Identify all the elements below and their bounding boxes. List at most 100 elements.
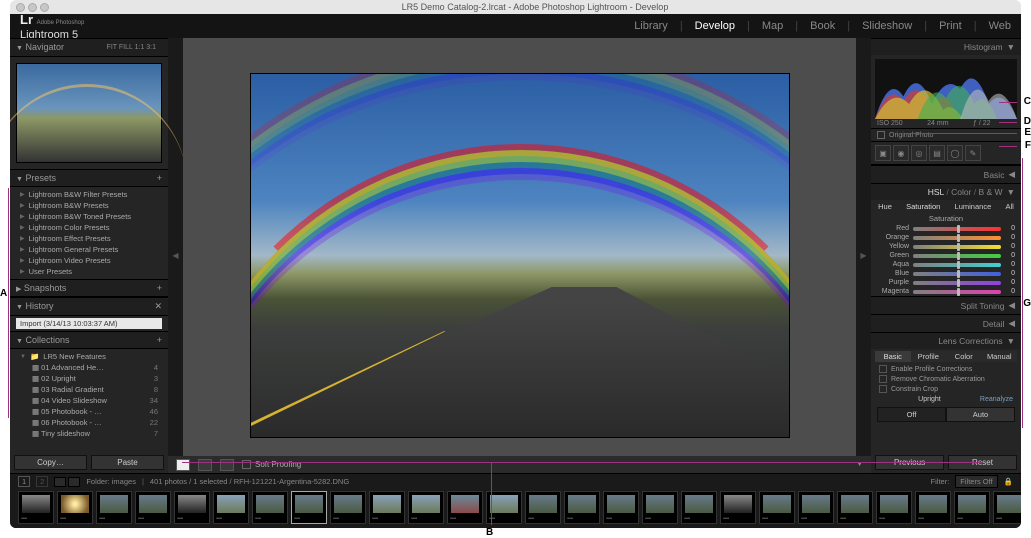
before-after-button[interactable] (198, 459, 212, 471)
filmstrip-thumb[interactable]: • • • • • (213, 491, 249, 524)
filmstrip-thumb[interactable]: • • • • • (837, 491, 873, 524)
filmstrip-thumb[interactable]: • • • • • (96, 491, 132, 524)
lens-tab-profile[interactable]: Profile (911, 351, 947, 362)
crop-tool-icon[interactable]: ▣ (875, 145, 891, 161)
filmstrip-thumb[interactable]: • • • • • (330, 491, 366, 524)
lens-check[interactable]: Remove Chromatic Aberration (871, 374, 1021, 384)
collection-item[interactable]: ▦ 06 Photobook - …22 (10, 417, 168, 428)
filmstrip-thumb[interactable]: • • • • • (252, 491, 288, 524)
filmstrip-thumb[interactable]: • • • • • (798, 491, 834, 524)
saturation-orange-slider[interactable]: Orange0 (871, 233, 1021, 242)
lens-tabs[interactable]: BasicProfileColorManual (871, 349, 1021, 364)
split-toning-header[interactable]: Split Toning◀ (871, 296, 1021, 314)
navigator-preview[interactable] (16, 63, 162, 163)
hsl-tab-luminance[interactable]: Luminance (955, 202, 992, 211)
filmstrip-thumb[interactable]: • • • • • (174, 491, 210, 524)
upright-segment[interactable]: OffAuto (877, 407, 1015, 422)
hsl-tab-hue[interactable]: Hue (878, 202, 892, 211)
hsl-tab-all[interactable]: All (1005, 202, 1013, 211)
filmstrip-path[interactable]: Folder: images (86, 477, 136, 486)
history-entry[interactable]: Import (3/14/13 10:03:37 AM) (16, 318, 162, 329)
saturation-magenta-slider[interactable]: Magenta0 (871, 287, 1021, 296)
collection-item[interactable]: ▦ 03 Radial Gradient8 (10, 384, 168, 395)
lens-tab-manual[interactable]: Manual (982, 351, 1018, 362)
filters-off-button[interactable]: Filters Off (955, 475, 997, 488)
filmstrip-thumb[interactable]: • • • • • (954, 491, 990, 524)
saturation-blue-slider[interactable]: Blue0 (871, 269, 1021, 278)
module-develop[interactable]: Develop (695, 20, 735, 32)
collection-item[interactable]: ▦ Tiny slideshow7 (10, 428, 168, 439)
module-web[interactable]: Web (989, 20, 1011, 32)
lens-check[interactable]: Enable Profile Corrections (871, 364, 1021, 374)
redeye-tool-icon[interactable]: ◎ (911, 145, 927, 161)
module-library[interactable]: Library (634, 20, 668, 32)
copy-button[interactable]: Copy… (14, 455, 87, 470)
upright-off[interactable]: Off (877, 407, 946, 422)
canvas[interactable] (183, 38, 856, 473)
filmstrip-thumb[interactable]: • • • • • (135, 491, 171, 524)
filmstrip-thumb[interactable]: • • • • • (915, 491, 951, 524)
hsl-tab-saturation[interactable]: Saturation (906, 202, 940, 211)
collection-item[interactable]: ▦ 02 Upright3 (10, 373, 168, 384)
filmstrip-thumbs[interactable]: • • • • •• • • • •• • • • •• • • • •• • … (10, 489, 1021, 528)
spot-tool-icon[interactable]: ◉ (893, 145, 909, 161)
filter-lock-icon[interactable]: 🔒 (1004, 477, 1013, 486)
brush-tool-icon[interactable]: ✎ (965, 145, 981, 161)
original-photo-checkbox[interactable]: Original Photo (871, 128, 1021, 141)
collection-item[interactable]: ▦ 04 Video Slideshow34 (10, 395, 168, 406)
filmstrip-thumb[interactable]: • • • • • (447, 491, 483, 524)
collection-item[interactable]: ▦ 05 Photobook - …46 (10, 406, 168, 417)
saturation-aqua-slider[interactable]: Aqua0 (871, 260, 1021, 269)
navigator-header[interactable]: ▼ NavigatorFIT FILL 1:1 3:1 (10, 38, 168, 57)
saturation-red-slider[interactable]: Red0 (871, 224, 1021, 233)
left-panel-collapse[interactable] (168, 38, 183, 473)
module-slideshow[interactable]: Slideshow (862, 20, 912, 32)
hsl-header[interactable]: HSL / Color / B & W▼ (871, 183, 1021, 200)
collections-header[interactable]: ▼ Collections+ (10, 331, 168, 349)
basic-header[interactable]: Basic◀ (871, 165, 1021, 183)
radial-tool-icon[interactable]: ◯ (947, 145, 963, 161)
saturation-purple-slider[interactable]: Purple0 (871, 278, 1021, 287)
history-header[interactable]: ▼ History✕ (10, 297, 168, 316)
compare-button[interactable] (220, 459, 234, 471)
grad-tool-icon[interactable]: ▤ (929, 145, 945, 161)
filmstrip-thumb[interactable]: • • • • • (993, 491, 1021, 524)
module-print[interactable]: Print (939, 20, 962, 32)
histogram[interactable] (875, 59, 1017, 119)
histogram-header[interactable]: Histogram▼ (871, 38, 1021, 55)
window-controls[interactable] (16, 3, 49, 12)
lens-tab-color[interactable]: Color (946, 351, 982, 362)
filmstrip-thumb[interactable]: • • • • • (18, 491, 54, 524)
filmstrip-thumb[interactable]: • • • • • (525, 491, 561, 524)
filmstrip-thumb[interactable]: • • • • • (408, 491, 444, 524)
filmstrip-thumb[interactable]: • • • • • (369, 491, 405, 524)
filmstrip-thumb[interactable]: • • • • • (564, 491, 600, 524)
filmstrip-thumb[interactable]: • • • • • (291, 491, 327, 524)
paste-button[interactable]: Paste (91, 455, 164, 470)
filmstrip-nav[interactable] (54, 477, 80, 487)
reanalyze-link[interactable]: Reanalyze (980, 396, 1013, 403)
module-map[interactable]: Map (762, 20, 783, 32)
second-monitor-2-button[interactable]: 2 (36, 476, 48, 487)
loupe-view-button[interactable] (176, 459, 190, 471)
right-panel-collapse[interactable] (856, 38, 871, 473)
upright-auto[interactable]: Auto (946, 407, 1015, 422)
filmstrip-thumb[interactable]: • • • • • (876, 491, 912, 524)
saturation-green-slider[interactable]: Green0 (871, 251, 1021, 260)
module-book[interactable]: Book (810, 20, 835, 32)
second-monitor-button[interactable]: 1 (18, 476, 30, 487)
collection-item[interactable]: ▦ 01 Advanced He…4 (10, 362, 168, 373)
detail-header[interactable]: Detail◀ (871, 314, 1021, 332)
filmstrip-thumb[interactable]: • • • • • (603, 491, 639, 524)
collection-set[interactable]: ▼📁 LR5 New Features (10, 351, 168, 362)
lens-corrections-header[interactable]: Lens Corrections▼ (871, 332, 1021, 349)
filmstrip-thumb[interactable]: • • • • • (720, 491, 756, 524)
hsl-tabs[interactable]: Hue Saturation Luminance All (871, 200, 1021, 213)
filmstrip-thumb[interactable]: • • • • • (642, 491, 678, 524)
filmstrip-thumb[interactable]: • • • • • (681, 491, 717, 524)
lens-check[interactable]: Constrain Crop (871, 384, 1021, 394)
filmstrip-thumb[interactable]: • • • • • (57, 491, 93, 524)
saturation-yellow-slider[interactable]: Yellow0 (871, 242, 1021, 251)
lens-tab-basic[interactable]: Basic (875, 351, 911, 362)
filmstrip-thumb[interactable]: • • • • • (759, 491, 795, 524)
